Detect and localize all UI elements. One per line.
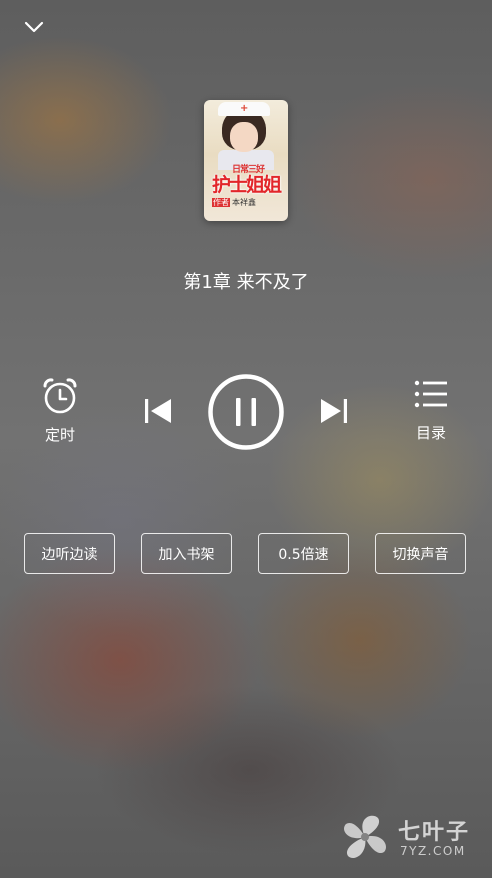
watermark: 七叶子 7YZ.COM (338, 810, 478, 866)
listen-and-read-button[interactable]: 边听边读 (24, 533, 115, 574)
switch-voice-button[interactable]: 切换声音 (375, 533, 466, 574)
collapse-button[interactable] (22, 16, 46, 38)
leaf-logo-icon (344, 815, 386, 858)
previous-button[interactable] (142, 395, 174, 427)
cover-author: 作者 本祥鑫 (212, 197, 256, 208)
timer-label: 定时 (44, 426, 75, 444)
cover-title: 护士姐姐 (211, 174, 282, 196)
add-to-bookshelf-button[interactable]: 加入书架 (141, 533, 232, 574)
skip-next-icon (321, 399, 347, 423)
book-cover: + 日常三好 护士姐姐 作者 本祥鑫 (204, 100, 288, 221)
chevron-down-icon (24, 21, 44, 33)
list-icon (414, 380, 447, 408)
chapter-title: 第1章 来不及了 (183, 272, 309, 293)
alarm-clock-icon (43, 378, 77, 414)
cover-author-tag: 作者 (212, 198, 230, 207)
timer-button[interactable]: 定时 (36, 376, 84, 445)
toc-label: 目录 (415, 424, 446, 442)
audio-player-screen: + 日常三好 护士姐姐 作者 本祥鑫 第1章 来不及了 定时 目录 边听边读 加… (0, 0, 492, 878)
pause-icon (208, 374, 284, 450)
toc-button[interactable]: 目录 (406, 378, 456, 443)
cover-author-name: 本祥鑫 (232, 198, 256, 207)
play-pause-button[interactable] (207, 373, 285, 451)
watermark-name: 七叶子 (398, 820, 471, 845)
watermark-domain: 7YZ.COM (400, 844, 466, 858)
playback-speed-button[interactable]: 0.5倍速 (258, 533, 349, 574)
skip-previous-icon (145, 399, 171, 423)
next-button[interactable] (318, 395, 350, 427)
